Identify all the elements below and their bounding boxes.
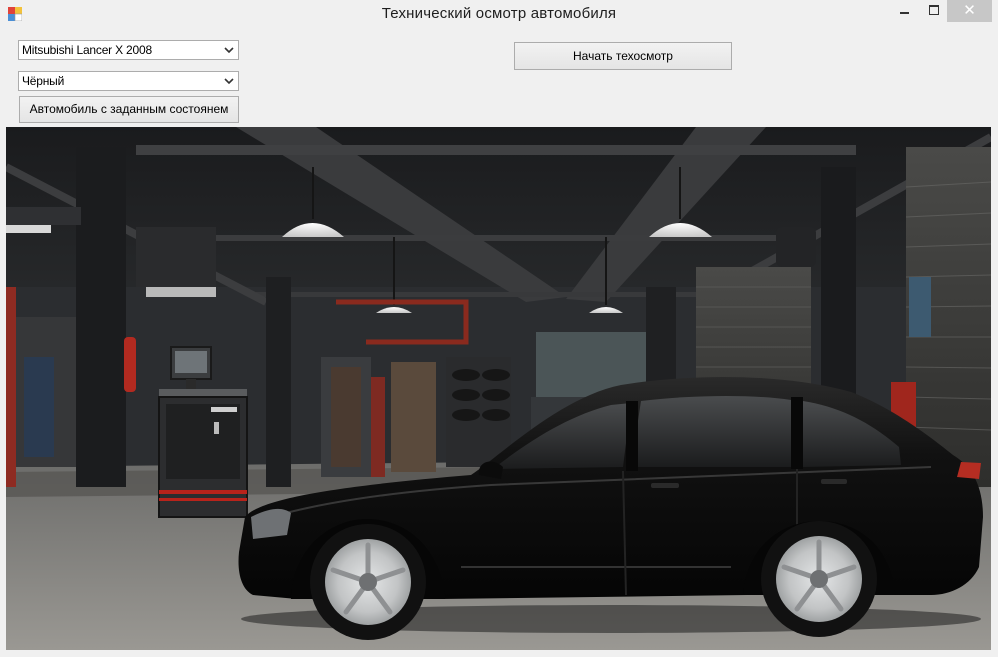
maximize-button[interactable]	[920, 0, 946, 22]
window-frame-right	[991, 127, 998, 650]
car-color-select[interactable]: Чёрный	[18, 71, 239, 91]
window-title: Технический осмотр автомобиля	[381, 5, 617, 22]
chevron-down-icon	[224, 78, 234, 85]
preset-car-button[interactable]: Автомобиль с заданным состоянем	[19, 96, 239, 123]
car-model-value: Mitsubishi Lancer X 2008	[22, 43, 152, 57]
car-image	[238, 376, 983, 640]
garage-scene	[6, 127, 991, 650]
car-color-value: Чёрный	[22, 74, 65, 88]
start-inspection-button[interactable]: Начать техосмотр	[514, 42, 732, 70]
window-frame-bottom	[0, 650, 998, 657]
minimize-icon	[900, 12, 909, 14]
window-frame-left	[0, 127, 6, 650]
chevron-down-icon	[224, 47, 234, 54]
minimize-button[interactable]	[890, 0, 920, 22]
close-icon: ✕	[963, 1, 976, 19]
maximize-icon	[929, 5, 939, 15]
title-bar[interactable]: Технический осмотр автомобиля ✕	[0, 0, 998, 31]
controls-panel: Mitsubishi Lancer X 2008 Чёрный Автомоби…	[0, 30, 998, 126]
car-model-select[interactable]: Mitsubishi Lancer X 2008	[18, 40, 239, 60]
close-button[interactable]: ✕	[947, 0, 992, 22]
